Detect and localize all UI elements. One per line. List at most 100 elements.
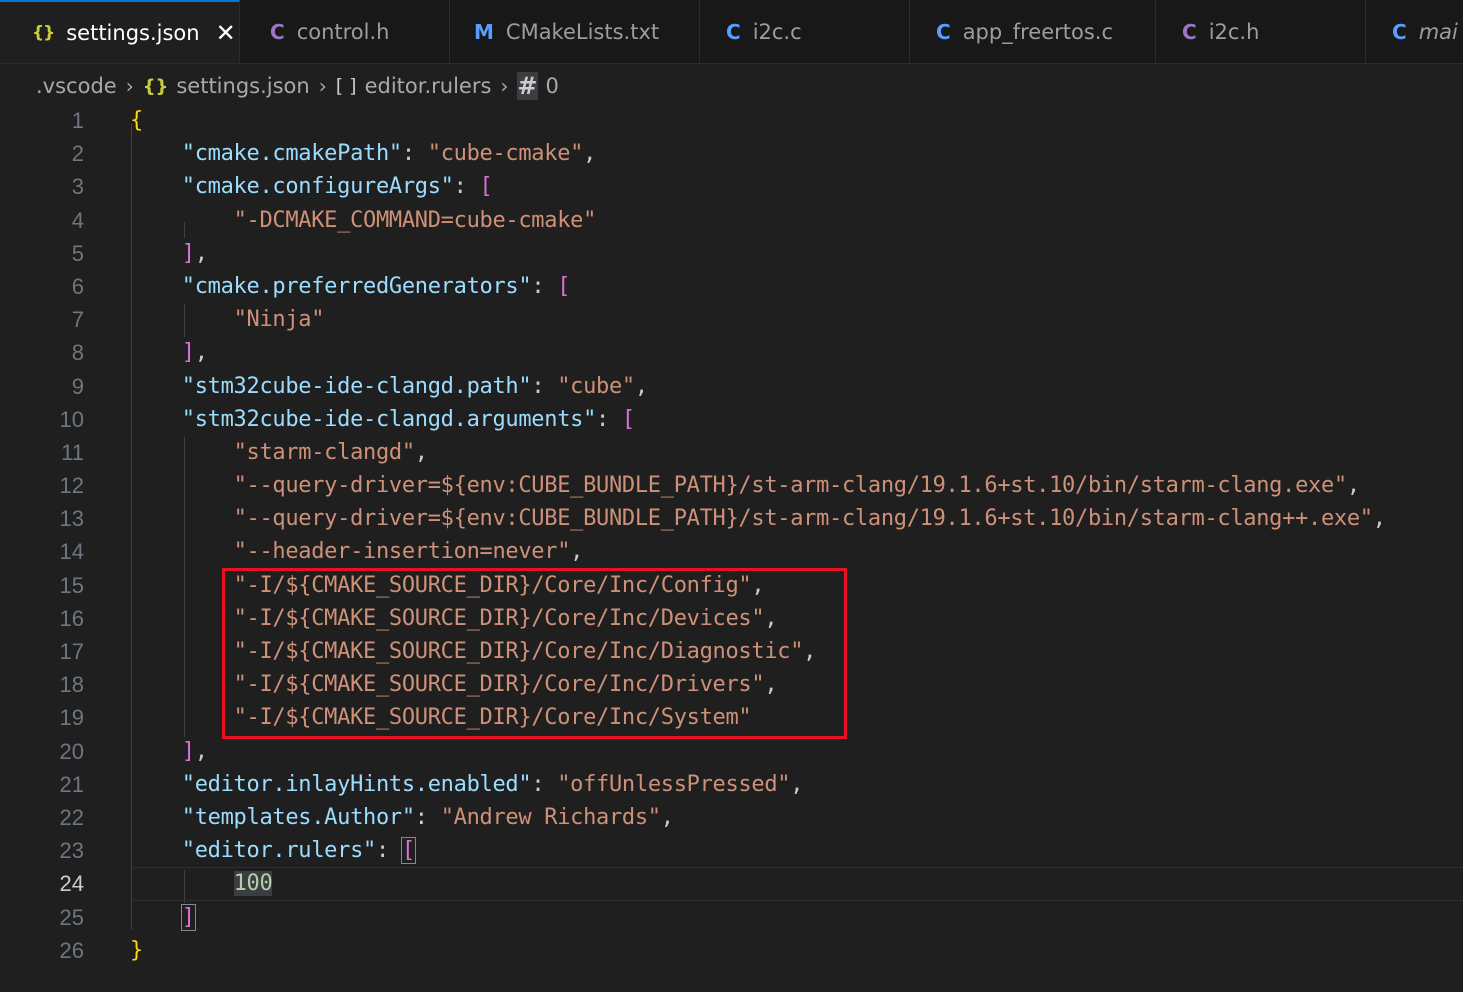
code-line: 23 "editor.rulers": [ bbox=[0, 834, 1463, 867]
code-line: 20 ], bbox=[0, 735, 1463, 768]
json-number: 100 bbox=[233, 871, 273, 897]
line-number: 2 bbox=[71, 141, 84, 167]
line-number: 1 bbox=[71, 108, 84, 133]
line-number: 23 bbox=[59, 838, 84, 864]
code-line: 14 "--header-insertion=never", bbox=[0, 535, 1463, 568]
code-line: 7 "Ninja" bbox=[0, 303, 1463, 336]
line-number: 5 bbox=[71, 240, 84, 266]
code-editor[interactable]: 1{ 2 "cmake.cmakePath": "cube-cmake", 3 … bbox=[0, 104, 1463, 992]
tab-label: mai bbox=[1418, 20, 1458, 44]
json-key: "stm32cube-ide-clangd.arguments" bbox=[181, 406, 597, 432]
breadcrumb-array[interactable]: editor.rulers bbox=[365, 74, 492, 98]
tab-label: CMakeLists.txt bbox=[505, 20, 660, 44]
line-number: 6 bbox=[71, 273, 84, 299]
code-line: 10 "stm32cube-ide-clangd.arguments": [ bbox=[0, 403, 1463, 436]
breadcrumb-file[interactable]: settings.json bbox=[176, 74, 309, 98]
json-file-icon: {} bbox=[32, 23, 55, 43]
json-string: "cube" bbox=[557, 373, 635, 399]
tab-cmakelists[interactable]: M CMakeLists.txt bbox=[450, 0, 700, 63]
line-number: 26 bbox=[59, 937, 84, 963]
line-number: 11 bbox=[61, 439, 84, 465]
line-number: 4 bbox=[71, 207, 84, 233]
breadcrumb-folder[interactable]: .vscode bbox=[36, 74, 117, 98]
code-line-current: 24 100 bbox=[0, 867, 1463, 901]
line-number: 8 bbox=[71, 340, 84, 366]
tab-label: control.h bbox=[296, 20, 390, 44]
line-number: 10 bbox=[59, 406, 84, 432]
code-line: 6 "cmake.preferredGenerators": [ bbox=[0, 270, 1463, 303]
json-file-icon: {} bbox=[142, 75, 169, 97]
tab-settings-json[interactable]: {} settings.json ✕ bbox=[0, 0, 240, 63]
tab-i2c-c[interactable]: C i2c.c bbox=[700, 0, 910, 63]
line-number: 24 bbox=[59, 871, 84, 897]
matched-bracket: [ bbox=[400, 837, 416, 865]
open-brace: { bbox=[130, 108, 143, 133]
line-number: 9 bbox=[71, 373, 84, 399]
line-number: 3 bbox=[71, 174, 84, 200]
chevron-right-icon: › bbox=[500, 74, 509, 98]
line-number: 19 bbox=[59, 705, 84, 731]
code-line: 13 "--query-driver=${env:CUBE_BUNDLE_PAT… bbox=[0, 502, 1463, 535]
c-header-file-icon: C bbox=[270, 20, 285, 44]
tab-main-c[interactable]: C mai bbox=[1366, 0, 1463, 63]
breadcrumb: .vscode › {} settings.json › [ ] editor.… bbox=[36, 66, 559, 106]
line-number: 21 bbox=[59, 771, 84, 797]
json-key: "editor.rulers" bbox=[181, 838, 376, 864]
tab-app-freertos-c[interactable]: C app_freertos.c bbox=[910, 0, 1156, 63]
line-number: 18 bbox=[59, 672, 84, 698]
array-icon: [ ] bbox=[335, 75, 357, 97]
line-number: 14 bbox=[59, 539, 84, 565]
line-number: 16 bbox=[59, 605, 84, 631]
line-number: 13 bbox=[59, 506, 84, 532]
code-line: 3 "cmake.configureArgs": [ bbox=[0, 170, 1463, 203]
code-line: 8 ], bbox=[0, 336, 1463, 369]
chevron-right-icon: › bbox=[125, 74, 134, 98]
json-key: "templates.Author" bbox=[181, 804, 415, 830]
json-string: "cube-cmake" bbox=[427, 141, 584, 167]
code-line: 12 "--query-driver=${env:CUBE_BUNDLE_PAT… bbox=[0, 469, 1463, 502]
code-line: 2 "cmake.cmakePath": "cube-cmake", bbox=[0, 137, 1463, 170]
json-string: "starm-clangd" bbox=[233, 439, 416, 465]
line-number: 22 bbox=[59, 804, 84, 830]
json-key: "editor.inlayHints.enabled" bbox=[181, 771, 532, 797]
cmake-file-icon: M bbox=[474, 20, 494, 44]
code-line: 4 "-DCMAKE_COMMAND=cube-cmake" bbox=[0, 204, 1463, 237]
tab-bar: {} settings.json ✕ C control.h M CMakeLi… bbox=[0, 0, 1463, 64]
line-number: 20 bbox=[59, 738, 84, 764]
number-icon: # bbox=[517, 72, 538, 100]
tab-i2c-h[interactable]: C i2c.h bbox=[1156, 0, 1366, 63]
tab-label: i2c.h bbox=[1208, 20, 1260, 44]
line-number: 25 bbox=[59, 904, 84, 930]
json-key: "stm32cube-ide-clangd.path" bbox=[181, 373, 532, 399]
code-line: 11 "starm-clangd", bbox=[0, 436, 1463, 469]
tab-label: app_freertos.c bbox=[962, 20, 1113, 44]
json-string: "--query-driver=${env:CUBE_BUNDLE_PATH}/… bbox=[233, 506, 1373, 532]
code-line: 21 "editor.inlayHints.enabled": "offUnle… bbox=[0, 768, 1463, 801]
code-line: 25 ] bbox=[0, 901, 1463, 934]
breadcrumb-index[interactable]: 0 bbox=[546, 74, 559, 98]
json-string: "offUnlessPressed" bbox=[557, 771, 791, 797]
code-line: 1{ bbox=[0, 104, 1463, 137]
json-key: "cmake.preferredGenerators" bbox=[181, 273, 532, 299]
tab-label: i2c.c bbox=[752, 20, 802, 44]
line-number: 15 bbox=[59, 572, 84, 598]
c-file-icon: C bbox=[726, 20, 741, 44]
code-line: 9 "stm32cube-ide-clangd.path": "cube", bbox=[0, 370, 1463, 403]
json-string: "-DCMAKE_COMMAND=cube-cmake" bbox=[233, 207, 597, 233]
json-string: "--query-driver=${env:CUBE_BUNDLE_PATH}/… bbox=[233, 473, 1348, 499]
close-brace: } bbox=[130, 937, 143, 963]
json-key: "cmake.configureArgs" bbox=[181, 174, 454, 200]
c-file-icon: C bbox=[1392, 20, 1407, 44]
c-header-file-icon: C bbox=[1182, 20, 1197, 44]
code-line: 26} bbox=[0, 934, 1463, 967]
tab-label: settings.json bbox=[66, 21, 200, 45]
tab-control-h[interactable]: C control.h bbox=[240, 0, 450, 63]
json-key: "cmake.cmakePath" bbox=[181, 141, 402, 167]
highlight-box bbox=[222, 568, 847, 739]
line-number: 7 bbox=[71, 307, 84, 333]
close-icon[interactable]: ✕ bbox=[216, 19, 236, 47]
code-line: 22 "templates.Author": "Andrew Richards"… bbox=[0, 801, 1463, 834]
chevron-right-icon: › bbox=[318, 74, 327, 98]
json-string: "Ninja" bbox=[233, 307, 325, 333]
line-number: 12 bbox=[59, 473, 84, 499]
